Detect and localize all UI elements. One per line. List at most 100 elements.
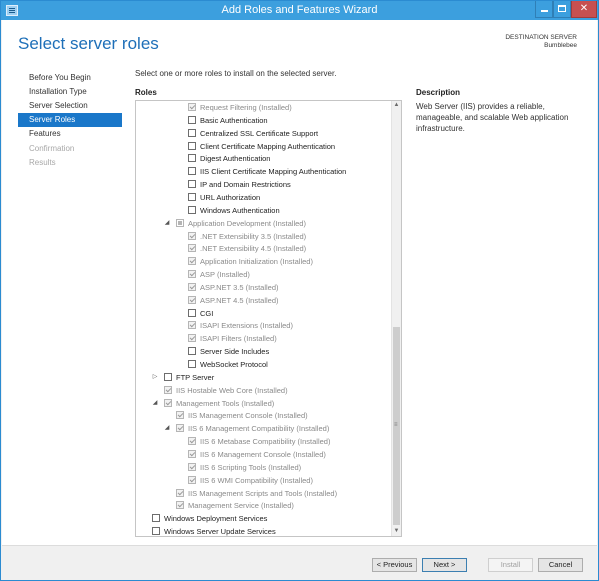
install-button[interactable]: Install <box>488 558 533 572</box>
role-row[interactable]: ◢ Management Tools (Installed) <box>136 397 391 410</box>
role-row[interactable]: Client Certificate Mapping Authenticatio… <box>136 140 391 153</box>
role-row[interactable]: IIS 6 WMI Compatibility (Installed) <box>136 474 391 487</box>
role-row[interactable]: IP and Domain Restrictions <box>136 178 391 191</box>
role-checkbox[interactable] <box>152 527 160 536</box>
role-row[interactable]: Digest Authentication <box>136 152 391 165</box>
role-row[interactable]: IIS Hostable Web Core (Installed) <box>136 384 391 397</box>
role-row[interactable]: WebSocket Protocol <box>136 358 391 371</box>
role-checkbox[interactable] <box>188 128 196 137</box>
collapse-arrow-icon[interactable]: ◢ <box>163 422 171 435</box>
wizard-header: Select server roles DESTINATION SERVER B… <box>2 20 597 65</box>
role-checkbox <box>188 103 196 111</box>
role-row[interactable]: ASP.NET 3.5 (Installed) <box>136 281 391 294</box>
role-label: .NET Extensibility 4.5 (Installed) <box>200 244 307 254</box>
scroll-up-arrow-icon[interactable]: ▲ <box>392 101 401 110</box>
nav-item-before-you-begin[interactable]: Before You Begin <box>18 71 122 85</box>
role-label: CGI <box>200 308 214 318</box>
next-button[interactable]: Next > <box>422 558 467 572</box>
role-checkbox[interactable] <box>188 192 196 201</box>
role-row[interactable]: Centralized SSL Certificate Support <box>136 127 391 140</box>
role-label: Digest Authentication <box>200 154 271 164</box>
close-button[interactable]: ✕ <box>571 1 597 18</box>
role-row[interactable]: Windows Authentication <box>136 204 391 217</box>
role-checkbox[interactable] <box>188 154 196 163</box>
role-label: Application Initialization (Installed) <box>200 257 313 267</box>
role-row[interactable]: .NET Extensibility 3.5 (Installed) <box>136 230 391 243</box>
role-label: Basic Authentication <box>200 115 268 125</box>
nav-item-server-roles[interactable]: Server Roles <box>18 113 122 127</box>
maximize-button[interactable] <box>553 1 571 18</box>
scroll-thumb[interactable]: ≡ <box>393 327 400 525</box>
role-checkbox[interactable] <box>188 180 196 189</box>
role-row[interactable]: Windows Deployment Services <box>136 512 391 525</box>
role-checkbox[interactable] <box>188 141 196 150</box>
role-row[interactable]: ISAPI Extensions (Installed) <box>136 319 391 332</box>
nav-item-installation-type[interactable]: Installation Type <box>18 85 122 99</box>
role-row[interactable]: ▷ FTP Server <box>136 371 391 384</box>
role-row[interactable]: ASP.NET 4.5 (Installed) <box>136 294 391 307</box>
role-row[interactable]: IIS 6 Management Console (Installed) <box>136 448 391 461</box>
role-checkbox[interactable] <box>188 167 196 176</box>
role-checkbox[interactable] <box>188 115 196 124</box>
role-checkbox[interactable] <box>188 205 196 214</box>
role-row[interactable]: Windows Server Update Services <box>136 525 391 536</box>
role-label: URL Authorization <box>200 192 261 202</box>
role-row[interactable]: Server Side Includes <box>136 345 391 358</box>
role-checkbox <box>176 488 184 497</box>
role-row[interactable]: Request Filtering (Installed) <box>136 101 391 114</box>
role-label: Windows Deployment Services <box>164 514 268 524</box>
role-checkbox[interactable] <box>152 514 160 523</box>
role-row[interactable]: ◢ Application Development (Installed) <box>136 217 391 230</box>
role-label: IIS 6 Scripting Tools (Installed) <box>200 462 302 472</box>
nav-item-results: Results <box>29 158 56 167</box>
role-checkbox[interactable] <box>188 347 196 356</box>
role-label: .NET Extensibility 3.5 (Installed) <box>200 231 307 241</box>
wizard-content: Before You Begin Installation Type Server … <box>2 65 597 545</box>
nav-item-features[interactable]: Features <box>18 127 122 141</box>
role-label: IIS 6 Management Console (Installed) <box>200 449 326 459</box>
role-label: Application Development (Installed) <box>188 218 306 228</box>
role-label: IIS 6 Management Compatibility (Installe… <box>188 424 330 434</box>
role-label: Windows Authentication <box>200 205 280 215</box>
collapse-arrow-icon[interactable]: ◢ <box>163 217 171 230</box>
roles-tree[interactable]: Windows Server Update Services Windows De… <box>135 100 402 537</box>
role-row[interactable]: Application Initialization (Installed) <box>136 255 391 268</box>
destination-server-name: Bumblebee <box>544 42 577 49</box>
scroll-grip-icon: ≡ <box>394 422 398 428</box>
role-row[interactable]: IIS Management Console (Installed) <box>136 409 391 422</box>
role-checkbox <box>188 462 196 471</box>
expand-arrow-icon[interactable]: ▷ <box>151 371 159 384</box>
nav-item-server-selection[interactable]: Server Selection <box>18 99 122 113</box>
scroll-down-arrow-icon[interactable]: ▼ <box>392 527 401 536</box>
role-label: ISAPI Filters (Installed) <box>200 334 277 344</box>
role-checkbox <box>188 334 196 343</box>
role-row[interactable]: IIS 6 Scripting Tools (Installed) <box>136 461 391 474</box>
description-text: Web Server (IIS) provides a reliable, ma… <box>416 102 569 133</box>
role-row[interactable]: IIS Management Scripts and Tools (Instal… <box>136 487 391 500</box>
role-row[interactable]: ASP (Installed) <box>136 268 391 281</box>
minimize-icon <box>540 10 548 12</box>
role-checkbox <box>176 501 184 510</box>
role-row[interactable]: IIS 6 Metabase Compatibility (Installed) <box>136 435 391 448</box>
role-row[interactable]: IIS Client Certificate Mapping Authentic… <box>136 165 391 178</box>
collapse-arrow-icon[interactable]: ◢ <box>151 397 159 410</box>
cancel-button[interactable]: Cancel <box>538 558 583 572</box>
role-row[interactable]: .NET Extensibility 4.5 (Installed) <box>136 242 391 255</box>
role-row[interactable]: Basic Authentication <box>136 114 391 127</box>
role-row[interactable]: ◢ IIS 6 Management Compatibility (Install… <box>136 422 391 435</box>
role-row[interactable]: CGI <box>136 307 391 320</box>
role-checkbox[interactable] <box>188 360 196 368</box>
wizard-window: Add Roles and Features Wizard ✕ Select s… <box>0 0 599 581</box>
role-row[interactable]: URL Authorization <box>136 191 391 204</box>
role-label: Request Filtering (Installed) <box>200 103 292 112</box>
role-row[interactable]: ISAPI Filters (Installed) <box>136 332 391 345</box>
role-checkbox[interactable] <box>164 372 172 381</box>
role-checkbox[interactable] <box>188 308 196 317</box>
role-checkbox <box>188 295 196 304</box>
role-checkbox <box>188 449 196 458</box>
roles-scrollbar[interactable]: ▲ ≡ ▼ <box>391 101 401 536</box>
minimize-button[interactable] <box>535 1 553 18</box>
role-row[interactable]: Management Service (Installed) <box>136 499 391 512</box>
previous-button[interactable]: < Previous <box>372 558 417 572</box>
title-bar[interactable]: Add Roles and Features Wizard ✕ <box>1 1 598 20</box>
